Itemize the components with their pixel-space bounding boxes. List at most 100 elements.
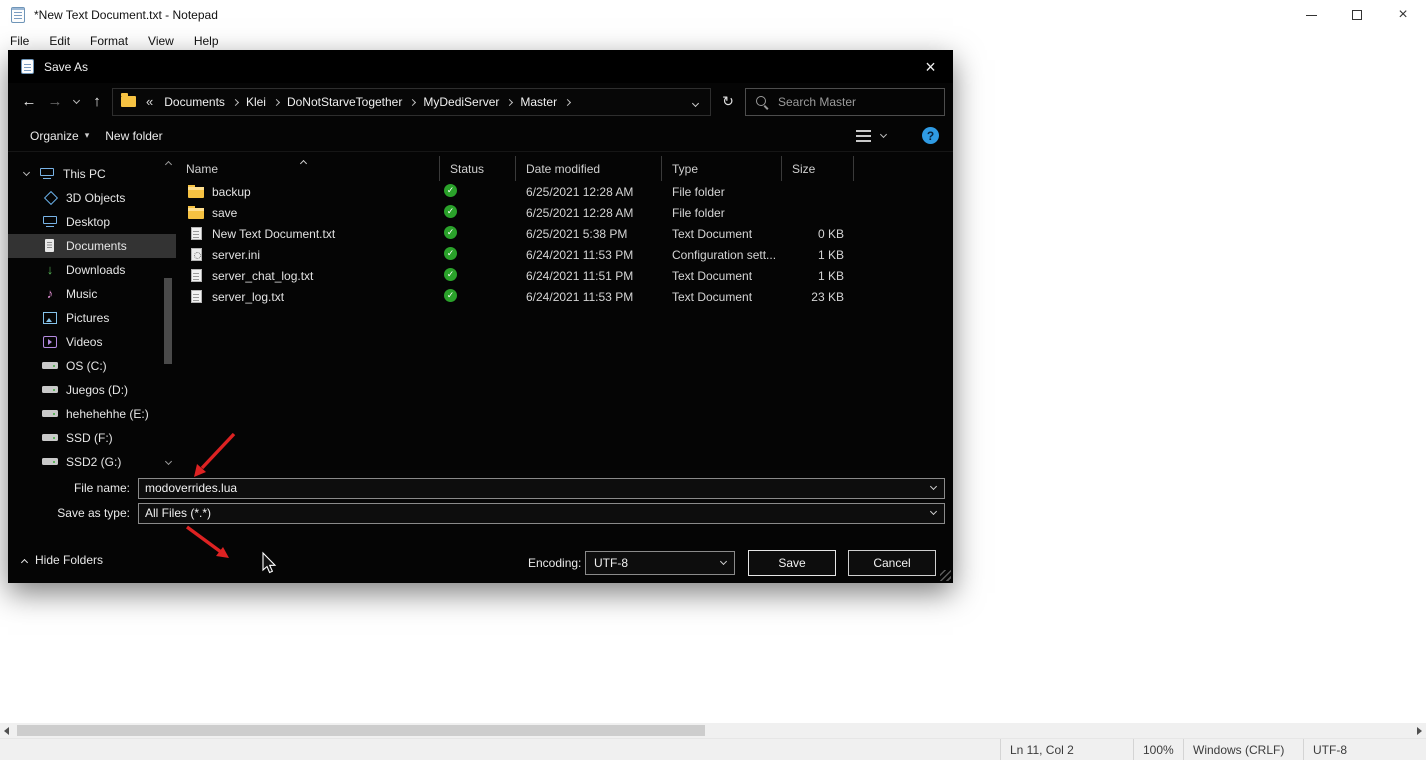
back-button[interactable]: ← — [16, 89, 42, 115]
sidebar-item-desktop[interactable]: Desktop — [8, 210, 176, 234]
back-icon: ← — [21, 93, 37, 110]
menu-help[interactable]: Help — [184, 34, 229, 48]
menu-file[interactable]: File — [0, 34, 39, 48]
forward-icon: → — [47, 93, 63, 110]
address-dropdown-button[interactable] — [685, 95, 706, 109]
breadcrumb-item-donotstarvetogether[interactable]: DoNotStarveTogether — [280, 95, 409, 109]
navigation-bar: ← → ↑ « Documents Klei DoNotStarveTogeth… — [8, 83, 953, 120]
column-header-name[interactable]: Name — [176, 156, 440, 181]
ini-file-icon — [190, 248, 202, 261]
file-name-label: File name: — [73, 481, 130, 495]
encoding-value: UTF-8 — [594, 556, 628, 570]
dialog-main: This PC 3D Objects Desktop Documents Dow… — [8, 152, 953, 472]
table-row[interactable]: New Text Document.txt 6/25/2021 5:38 PM … — [176, 223, 953, 244]
maximize-button[interactable] — [1334, 0, 1380, 30]
new-folder-button[interactable]: New folder — [97, 124, 170, 148]
sidebar-item-label: Juegos (D:) — [66, 383, 129, 397]
sidebar-item-this-pc[interactable]: This PC — [8, 162, 176, 186]
sidebar-item-os-c[interactable]: OS (C:) — [8, 354, 176, 378]
save-as-type-row: Save as type: All Files (*.*) — [8, 502, 953, 524]
dialog-titlebar: Save As × — [8, 50, 953, 83]
table-row[interactable]: server.ini 6/24/2021 11:53 PM Configurat… — [176, 244, 953, 265]
chevron-right-icon[interactable] — [272, 98, 280, 106]
cancel-button[interactable]: Cancel — [848, 550, 936, 576]
forward-button[interactable]: → — [42, 89, 68, 115]
column-header-status[interactable]: Status — [440, 156, 516, 181]
date-modified: 6/25/2021 12:28 AM — [526, 205, 634, 220]
sidebar-item-downloads[interactable]: Downloads — [8, 258, 176, 282]
sidebar-item-juegos-d[interactable]: Juegos (D:) — [8, 378, 176, 402]
sidebar-item-label: Videos — [66, 335, 103, 349]
date-modified: 6/24/2021 11:51 PM — [526, 268, 634, 283]
column-header-date-modified[interactable]: Date modified — [516, 156, 662, 181]
file-name-combo[interactable] — [138, 477, 945, 499]
table-row[interactable]: server_log.txt 6/24/2021 11:53 PM Text D… — [176, 286, 953, 307]
organize-button[interactable]: Organize ▾ — [22, 124, 97, 148]
sidebar-item-documents[interactable]: Documents — [8, 234, 176, 258]
menu-view[interactable]: View — [138, 34, 184, 48]
notepad-menubar: File Edit Format View Help — [0, 30, 1426, 51]
hide-folders-button[interactable]: Hide Folders — [20, 553, 103, 567]
zoom-level: 100% — [1133, 739, 1183, 760]
chevron-down-icon[interactable] — [929, 507, 938, 516]
this-pc-icon — [39, 166, 55, 182]
recent-locations-button[interactable] — [68, 89, 84, 115]
chevron-down-icon[interactable] — [929, 482, 938, 491]
refresh-button[interactable]: ↻ — [715, 89, 741, 115]
change-view-icon[interactable] — [856, 129, 871, 142]
column-header-size[interactable]: Size — [782, 156, 854, 181]
resize-grip[interactable] — [940, 570, 951, 581]
chevron-right-icon[interactable] — [231, 98, 239, 106]
videos-icon — [42, 334, 58, 350]
breadcrumb-overflow-icon[interactable]: « — [142, 94, 157, 109]
chevron-down-icon[interactable] — [22, 168, 31, 177]
chevron-down-icon — [719, 557, 728, 566]
sidebar-item-videos[interactable]: Videos — [8, 330, 176, 354]
dialog-close-button[interactable]: × — [908, 50, 953, 83]
synced-status-icon — [444, 204, 457, 218]
sidebar-item-ssd2-g[interactable]: SSD2 (G:) — [8, 450, 176, 472]
notepad-statusbar: Ln 11, Col 2 100% Windows (CRLF) UTF-8 — [0, 738, 1426, 760]
menu-edit[interactable]: Edit — [39, 34, 80, 48]
chevron-down-icon[interactable] — [879, 130, 888, 138]
save-button[interactable]: Save — [748, 550, 836, 576]
sidebar-scrollbar-thumb[interactable] — [164, 278, 172, 364]
sidebar-item-music[interactable]: Music — [8, 282, 176, 306]
file-size: 0 KB — [817, 226, 844, 241]
file-list: Name Status Date modified Type Size back… — [176, 152, 953, 472]
breadcrumb-item-documents[interactable]: Documents — [157, 95, 232, 109]
sidebar-item-ssd-f[interactable]: SSD (F:) — [8, 426, 176, 450]
table-row[interactable]: backup 6/25/2021 12:28 AM File folder — [176, 181, 953, 202]
scroll-right-icon[interactable] — [1417, 727, 1422, 735]
chevron-right-icon[interactable] — [564, 98, 572, 106]
table-row[interactable]: save 6/25/2021 12:28 AM File folder — [176, 202, 953, 223]
search-box[interactable] — [745, 87, 945, 116]
address-bar[interactable]: « Documents Klei DoNotStarveTogether MyD… — [112, 87, 711, 116]
horizontal-scrollbar[interactable] — [0, 723, 1426, 738]
encoding-select[interactable]: UTF-8 — [585, 551, 735, 575]
up-button[interactable]: ↑ — [84, 89, 110, 115]
sidebar-item-3d-objects[interactable]: 3D Objects — [8, 186, 176, 210]
column-header-type[interactable]: Type — [662, 156, 782, 181]
breadcrumb-item-master[interactable]: Master — [513, 95, 564, 109]
minimize-button[interactable] — [1288, 0, 1334, 30]
file-name: New Text Document.txt — [212, 226, 336, 241]
save-as-dialog: Save As × ← → ↑ « Documents Klei DoNotSt… — [8, 50, 953, 583]
scrollbar-thumb[interactable] — [17, 725, 705, 736]
close-button[interactable]: × — [1380, 0, 1426, 30]
sidebar-item-pictures[interactable]: Pictures — [8, 306, 176, 330]
save-as-type-select[interactable]: All Files (*.*) — [138, 502, 945, 524]
breadcrumb-item-mydediserver[interactable]: MyDediServer — [416, 95, 506, 109]
help-icon[interactable]: ? — [922, 127, 939, 144]
file-name-input[interactable] — [145, 481, 931, 495]
search-input[interactable] — [778, 94, 935, 109]
table-row[interactable]: server_chat_log.txt 6/24/2021 11:51 PM T… — [176, 265, 953, 286]
sidebar-item-label: Music — [66, 287, 98, 301]
chevron-right-icon[interactable] — [506, 98, 514, 106]
sidebar-item-hehehehhe-e[interactable]: hehehehhe (E:) — [8, 402, 176, 426]
line-endings: Windows (CRLF) — [1183, 739, 1303, 760]
breadcrumb-item-klei[interactable]: Klei — [239, 95, 273, 109]
menu-format[interactable]: Format — [80, 34, 138, 48]
chevron-right-icon[interactable] — [409, 98, 417, 106]
scroll-left-icon[interactable] — [4, 727, 9, 735]
